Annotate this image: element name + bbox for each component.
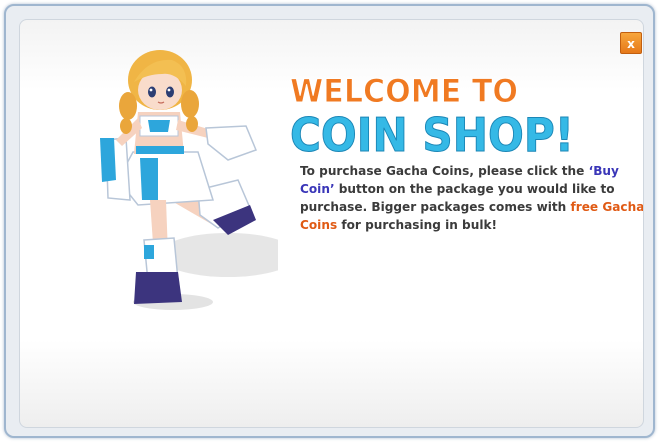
welcome-title: WELCOME TO COIN SHOP! <box>290 72 575 161</box>
coin-shop-welcome-panel: x WELCOME TO COIN SHOP! To purchase Gach… <box>19 19 644 428</box>
title-line-coin-shop: COIN SHOP! <box>290 108 574 160</box>
coin-shop-instructions: To purchase Gacha Coins, please click th… <box>300 162 643 234</box>
dialog-frame: x WELCOME TO COIN SHOP! To purchase Gach… <box>4 4 655 438</box>
character-illustration <box>100 50 278 310</box>
instructions-part-3: for purchasing in bulk! <box>337 218 498 232</box>
close-button[interactable]: x <box>620 32 642 54</box>
close-icon[interactable]: x <box>627 37 635 51</box>
title-line-welcome: WELCOME TO <box>290 72 518 110</box>
instructions-part-2: button on the package you would like to … <box>300 182 615 214</box>
instructions-part-1: To purchase Gacha Coins, please click th… <box>300 164 589 178</box>
